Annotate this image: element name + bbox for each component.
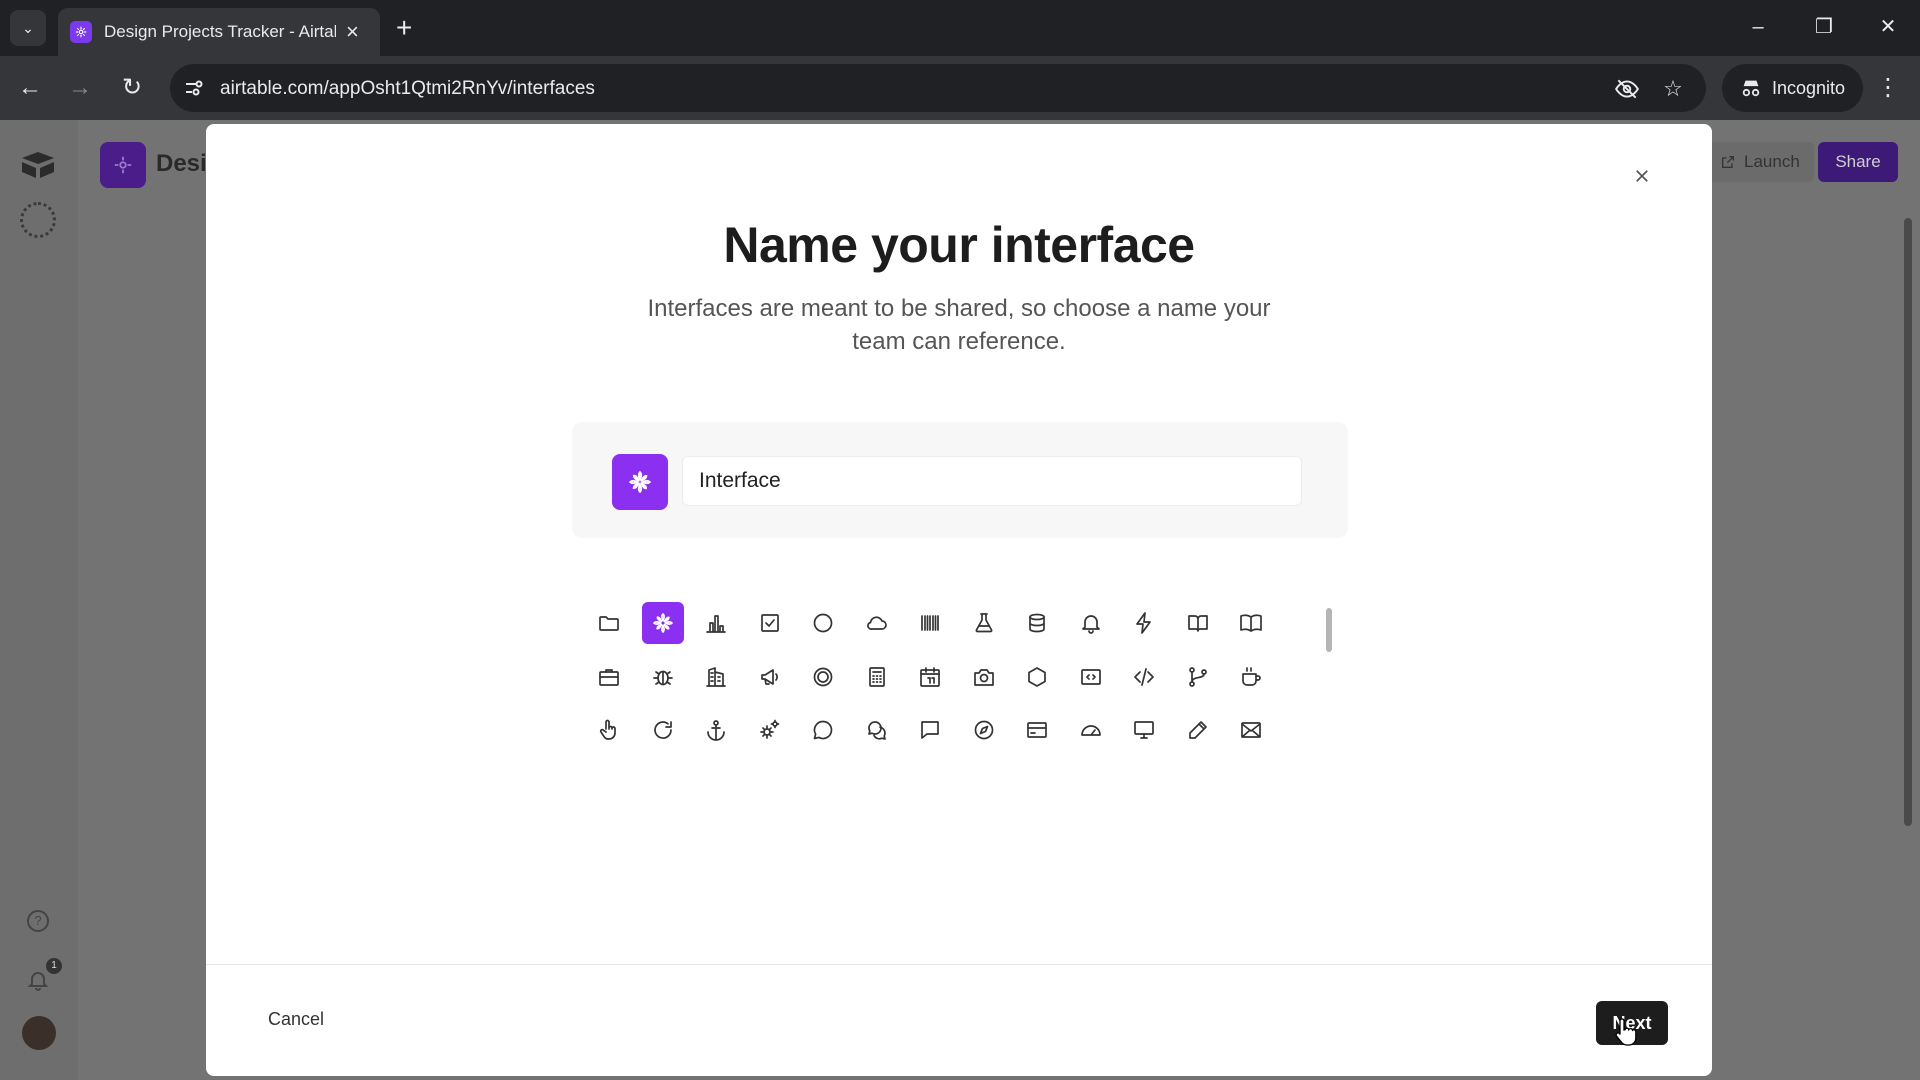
dialog-close-button[interactable]: [1628, 162, 1656, 190]
mouse-pointer-hand-icon: [1615, 1018, 1637, 1046]
dialog-footer: Cancel Next: [206, 964, 1712, 1076]
bell-icon[interactable]: [1070, 602, 1112, 644]
tab-title: Design Projects Tracker - Airtable: [104, 22, 336, 41]
folder-icon[interactable]: [588, 602, 630, 644]
flower-icon: [628, 470, 652, 494]
circle-icon[interactable]: [802, 602, 844, 644]
code-block-icon[interactable]: [1070, 656, 1112, 698]
camera-icon[interactable]: [963, 656, 1005, 698]
name-interface-dialog: Name your interface Interfaces are meant…: [206, 124, 1712, 1076]
new-tab-button[interactable]: +: [396, 12, 412, 44]
pencil-icon[interactable]: [1177, 709, 1219, 751]
launch-button[interactable]: Launch: [1706, 142, 1814, 182]
gauge-icon[interactable]: [1070, 709, 1112, 751]
forward-icon[interactable]: →: [64, 72, 96, 104]
megaphone-icon[interactable]: [749, 656, 791, 698]
cancel-button[interactable]: Cancel: [268, 1009, 324, 1030]
calendar-icon[interactable]: [909, 656, 951, 698]
bookmark-star-icon[interactable]: ☆: [1660, 76, 1686, 102]
share-button[interactable]: Share: [1818, 142, 1898, 182]
interface-icon-preview[interactable]: [612, 454, 668, 510]
url-text[interactable]: airtable.com/appOsht1Qtmi2RnYv/interface…: [220, 78, 595, 100]
browser-tabstrip: ⌄ Design Projects Tracker - Airtable × +…: [0, 0, 1920, 56]
redo-icon[interactable]: [642, 709, 684, 751]
interface-name-panel: [572, 422, 1348, 538]
notifications-bell-icon[interactable]: [26, 968, 50, 992]
database-icon[interactable]: [1016, 602, 1058, 644]
chats-icon[interactable]: [856, 709, 898, 751]
chat-square-icon[interactable]: [909, 709, 951, 751]
book-open-icon[interactable]: [1177, 602, 1219, 644]
dialog-subtitle: Interfaces are meant to be shared, so ch…: [647, 295, 1271, 355]
base-name[interactable]: Desi: [156, 150, 207, 178]
tab-search-button[interactable]: ⌄: [10, 10, 46, 46]
app-sidebar: ? 1: [0, 120, 78, 1080]
calculator-icon[interactable]: [856, 656, 898, 698]
checkbox-icon[interactable]: [749, 602, 791, 644]
eye-off-icon[interactable]: [1614, 76, 1640, 102]
anchor-icon[interactable]: [695, 709, 737, 751]
incognito-icon: [1742, 80, 1760, 97]
monitor-icon[interactable]: [1123, 709, 1165, 751]
lightning-icon[interactable]: [1123, 602, 1165, 644]
restore-icon[interactable]: ❐: [1804, 12, 1844, 42]
compass-icon[interactable]: [963, 709, 1005, 751]
close-icon: [1636, 170, 1648, 182]
reload-icon[interactable]: ↻: [116, 72, 148, 104]
git-branch-icon[interactable]: [1177, 656, 1219, 698]
back-icon[interactable]: ←: [14, 72, 46, 104]
airtable-logo-icon[interactable]: [20, 150, 56, 180]
loading-spinner-icon: [20, 202, 56, 238]
barcode-icon[interactable]: [909, 602, 951, 644]
browser-toolbar: ← → ↻ airtable.com/appOsht1Qtmi2RnYv/int…: [0, 56, 1920, 120]
book-icon[interactable]: [1230, 602, 1272, 644]
browser-menu-icon[interactable]: ⋮: [1876, 72, 1900, 104]
site-info-icon[interactable]: [182, 76, 206, 100]
airtable-favicon-icon: [70, 21, 92, 43]
flask-icon[interactable]: [963, 602, 1005, 644]
bug-icon[interactable]: [642, 656, 684, 698]
interface-name-input[interactable]: [682, 456, 1302, 506]
target-icon[interactable]: [802, 656, 844, 698]
flower-icon[interactable]: [641, 602, 684, 644]
window-close-icon[interactable]: ✕: [1868, 12, 1908, 42]
hand-pointer-icon[interactable]: [588, 709, 630, 751]
icon-picker-grid: [588, 602, 1288, 764]
dialog-title: Name your interface: [723, 217, 1195, 273]
icon-grid-scrollbar[interactable]: [1326, 608, 1332, 652]
coffee-icon[interactable]: [1230, 656, 1272, 698]
credit-card-icon[interactable]: [1016, 709, 1058, 751]
minimize-icon[interactable]: –: [1738, 12, 1778, 42]
bar-chart-icon[interactable]: [695, 602, 737, 644]
help-icon[interactable]: ?: [27, 910, 49, 932]
tab-close-icon[interactable]: ×: [346, 21, 359, 43]
envelope-icon[interactable]: [1230, 709, 1272, 751]
incognito-label: Incognito: [1772, 77, 1846, 98]
cloud-icon[interactable]: [856, 602, 898, 644]
user-avatar[interactable]: [22, 1016, 56, 1050]
address-bar[interactable]: airtable.com/appOsht1Qtmi2RnYv/interface…: [170, 64, 1706, 112]
page-scrollbar[interactable]: [1904, 218, 1912, 826]
notification-badge: 1: [46, 958, 62, 974]
base-icon[interactable]: [100, 142, 146, 188]
gears-icon[interactable]: [749, 709, 791, 751]
incognito-badge[interactable]: Incognito: [1722, 64, 1864, 112]
hexagon-icon[interactable]: [1016, 656, 1058, 698]
browser-tab[interactable]: Design Projects Tracker - Airtable ×: [58, 8, 380, 56]
code-icon[interactable]: [1123, 656, 1165, 698]
chat-icon[interactable]: [802, 709, 844, 751]
launch-icon: [1722, 156, 1734, 168]
launch-label: Launch: [1744, 152, 1800, 171]
buildings-icon[interactable]: [695, 656, 737, 698]
briefcase-icon[interactable]: [588, 656, 630, 698]
